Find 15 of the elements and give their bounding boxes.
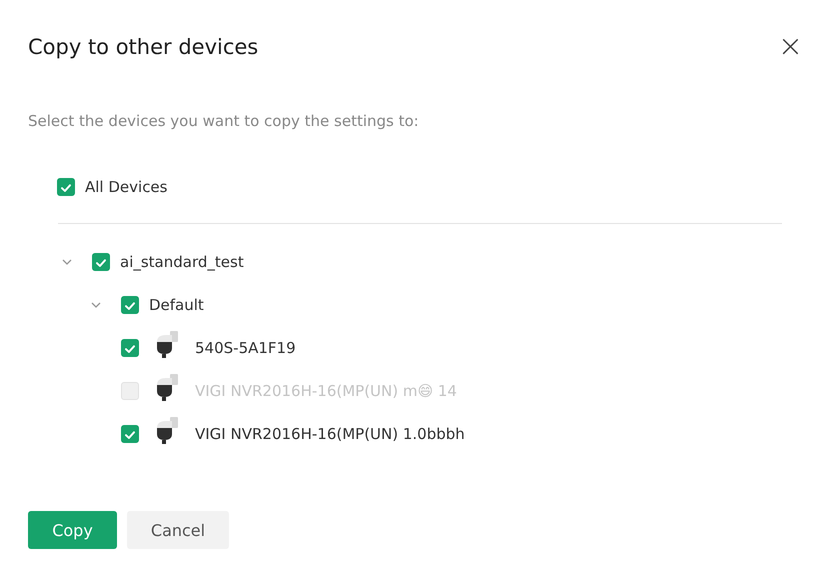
tree-item-label: ai_standard_test (120, 252, 244, 270)
checkbox[interactable] (121, 424, 139, 442)
checkbox[interactable] (57, 178, 75, 196)
checkbox[interactable] (121, 296, 139, 314)
tree-item-label: VIGI NVR2016H-16(MP(UN) 1.0bbbh (195, 424, 465, 442)
instruction-text: Select the devices you want to copy the settings to: (28, 112, 420, 130)
checkbox-label: All Devices (85, 178, 168, 196)
cancel-button[interactable]: Cancel (127, 511, 229, 549)
close-button[interactable]: × (772, 32, 809, 62)
tree-item-label: 540S-5A1F19 (195, 338, 296, 356)
checkbox[interactable] (92, 252, 110, 270)
tree-item-label: Default (149, 296, 204, 314)
dialog-title: Copy to other devices (28, 35, 258, 59)
checkbox[interactable] (121, 338, 139, 356)
tree-item-label: VIGI NVR2016H-16(MP(UN) m😄 14 (195, 382, 457, 400)
